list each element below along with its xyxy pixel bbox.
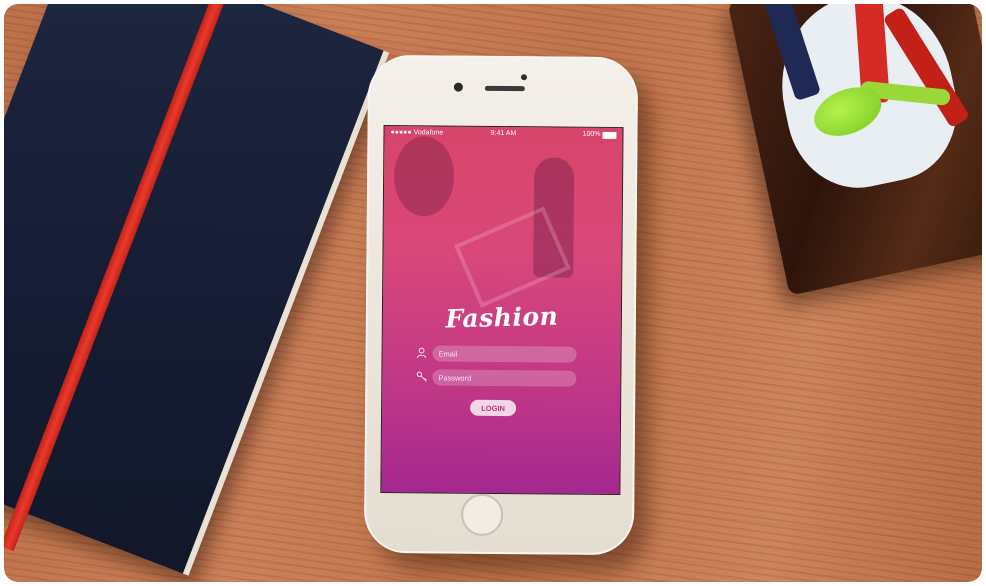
login-button[interactable]: LOGIN [470,399,517,417]
password-field[interactable] [432,369,577,387]
pencil-holder [727,4,982,296]
notebook-elastic-band [4,4,236,552]
notebook [4,4,390,576]
user-icon [416,347,429,359]
password-row [416,369,596,387]
front-camera [453,82,463,92]
app-logo: Fashion [445,301,559,334]
email-row [416,345,597,363]
camera-dot [520,74,528,81]
key-icon [416,371,428,383]
status-bar: ●●●●● Vodafone 9:41 AM 100% [384,126,622,142]
battery-icon [602,131,617,140]
background-photo-shape [393,136,455,217]
battery-percent: 100% [582,130,601,138]
login-screen: ●●●●● Vodafone 9:41 AM 100% Fashion Emai… [380,124,624,496]
desk-photo: ●●●●● Vodafone 9:41 AM 100% Fashion Emai… [4,4,982,582]
phone-device: ●●●●● Vodafone 9:41 AM 100% Fashion Emai… [363,54,639,556]
email-field[interactable] [432,345,577,363]
earpiece-speaker [484,85,525,92]
home-button[interactable] [460,493,504,537]
